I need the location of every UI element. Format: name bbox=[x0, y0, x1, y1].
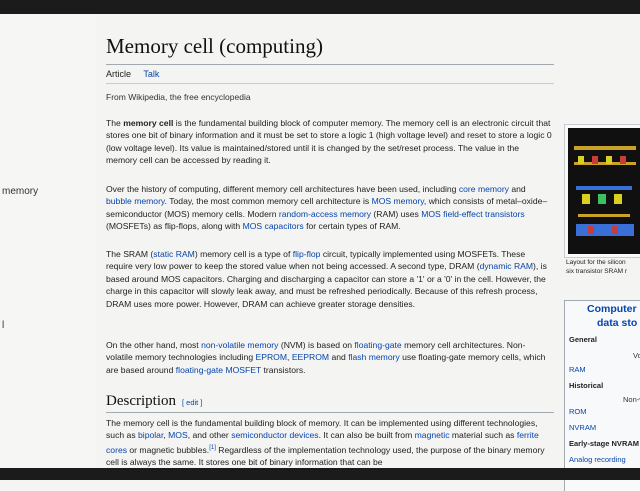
tab-talk[interactable]: Talk bbox=[143, 69, 159, 79]
paragraph-nvm: On the other hand, most non-volatile mem… bbox=[106, 340, 546, 375]
link-eprom[interactable]: EPROM bbox=[256, 352, 288, 362]
infobox-historical-label: Historical bbox=[569, 381, 604, 390]
link-mos-capacitors[interactable]: MOS capacitors bbox=[243, 221, 304, 231]
section-divider bbox=[106, 412, 554, 413]
link-magnetic[interactable]: magnetic bbox=[415, 430, 450, 440]
link-bubble-memory[interactable]: bubble memory bbox=[106, 196, 165, 206]
link-bipolar[interactable]: bipolar bbox=[138, 430, 163, 440]
infobox-link-nvram[interactable]: NVRAM bbox=[569, 423, 596, 432]
link-core-memory[interactable]: core memory bbox=[459, 184, 509, 194]
site-tagline: From Wikipedia, the free encyclopedia bbox=[106, 92, 251, 102]
sidebar-left: memory l bbox=[0, 14, 96, 468]
infobox-volatile-label: Vo bbox=[633, 351, 640, 360]
link-eeprom[interactable]: EEPROM bbox=[292, 352, 329, 362]
link-dynamic-ram[interactable]: dynamic RAM bbox=[480, 261, 533, 271]
right-column: Layout for the silicon six transistor SR… bbox=[560, 14, 640, 491]
sram-layout-graphic bbox=[568, 128, 640, 254]
monitor-bezel-bottom bbox=[0, 468, 640, 480]
page-title: Memory cell (computing) bbox=[106, 34, 323, 58]
paragraph-intro: The memory cell is the fundamental build… bbox=[106, 118, 552, 166]
sidebar-item-memory[interactable]: memory bbox=[2, 186, 38, 197]
link-non-volatile-memory[interactable]: non-volatile memory bbox=[201, 340, 278, 350]
paragraph-sram: The SRAM (static RAM) memory cell is a t… bbox=[106, 249, 547, 309]
link-mosfet-2[interactable]: MOSFET bbox=[225, 365, 261, 375]
title-divider bbox=[106, 64, 554, 65]
link-mos-memory[interactable]: MOS memory bbox=[372, 196, 424, 206]
infobox-title-line1[interactable]: Computer bbox=[587, 303, 637, 315]
section-heading-description: Description [ edit ] bbox=[106, 392, 202, 410]
infobox-link-analog-recording[interactable]: Analog recording bbox=[569, 455, 626, 464]
paragraph-history: Over the history of computing, different… bbox=[106, 184, 548, 232]
sidebar-item-fragment[interactable]: l bbox=[2, 320, 4, 331]
link-flip-flop[interactable]: flip-flop bbox=[293, 249, 321, 259]
tab-article[interactable]: Article bbox=[106, 69, 131, 79]
tabs-divider bbox=[106, 83, 554, 84]
link-static-ram[interactable]: static RAM bbox=[153, 249, 195, 259]
infobox-general-label: General bbox=[569, 335, 597, 344]
link-floating-gate-2[interactable]: floating-gate bbox=[176, 365, 223, 375]
paragraph-description: The memory cell is the fundamental build… bbox=[106, 418, 545, 468]
article-tabs: Article Talk bbox=[106, 69, 169, 79]
bold-term: memory cell bbox=[123, 118, 174, 128]
infobox-title-line2[interactable]: data sto bbox=[597, 317, 637, 329]
infobox-link-rom[interactable]: ROM bbox=[569, 407, 587, 416]
sram-layout-image[interactable] bbox=[564, 124, 640, 258]
link-flash-memory[interactable]: flash memory bbox=[348, 352, 400, 362]
edit-section-link[interactable]: [ edit ] bbox=[182, 398, 202, 407]
section-title: Description bbox=[106, 393, 176, 409]
link-floating-gate[interactable]: floating-gate bbox=[354, 340, 401, 350]
image-caption: Layout for the silicon six transistor SR… bbox=[566, 259, 628, 275]
infobox-early-nvram-label: Early-stage NVRAM bbox=[569, 439, 640, 448]
link-semiconductor-devices[interactable]: semiconductor devices bbox=[231, 430, 318, 440]
article-content: Memory cell (computing) Article Talk Fro… bbox=[106, 14, 554, 468]
link-mosfet[interactable]: MOS field-effect transistors bbox=[421, 209, 524, 219]
infobox-nonvolatile-label: Non-v bbox=[623, 395, 640, 404]
infobox-computer-data-storage: Computer data sto General Vo RAM Histori… bbox=[564, 300, 640, 491]
link-random-access-memory[interactable]: random-access memory bbox=[279, 209, 371, 219]
infobox-link-ram[interactable]: RAM bbox=[569, 365, 586, 374]
monitor-bezel-top bbox=[0, 0, 640, 14]
citation-1[interactable]: [1] bbox=[209, 445, 216, 451]
link-mos[interactable]: MOS bbox=[168, 430, 188, 440]
